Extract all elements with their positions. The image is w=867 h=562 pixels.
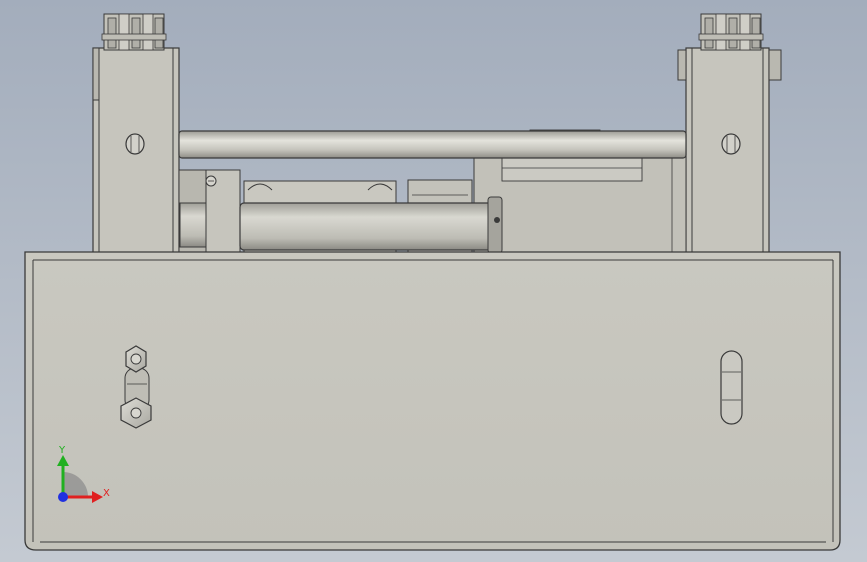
clamp-collar[interactable]	[178, 169, 241, 254]
left-roller-assembly[interactable]	[101, 13, 167, 51]
right-pivot-hole	[721, 133, 741, 155]
cad-graphics-viewport[interactable]: Y X	[0, 0, 867, 562]
guide-shaft[interactable]	[178, 130, 687, 159]
right-upright-support[interactable]	[677, 47, 782, 254]
left-upright-support[interactable]	[92, 47, 180, 254]
adjustment-slot[interactable]	[720, 350, 743, 425]
z-axis-origin-icon	[58, 492, 68, 502]
cylinder-barrel[interactable]	[239, 196, 503, 254]
right-roller-assembly[interactable]	[698, 13, 764, 51]
left-pivot-hole	[125, 133, 145, 155]
y-axis-label: Y	[58, 445, 66, 456]
cad-model-front-view[interactable]: Y X	[0, 0, 867, 562]
adjustment-hex-nuts[interactable]	[120, 345, 152, 429]
x-axis-label: X	[103, 488, 110, 499]
